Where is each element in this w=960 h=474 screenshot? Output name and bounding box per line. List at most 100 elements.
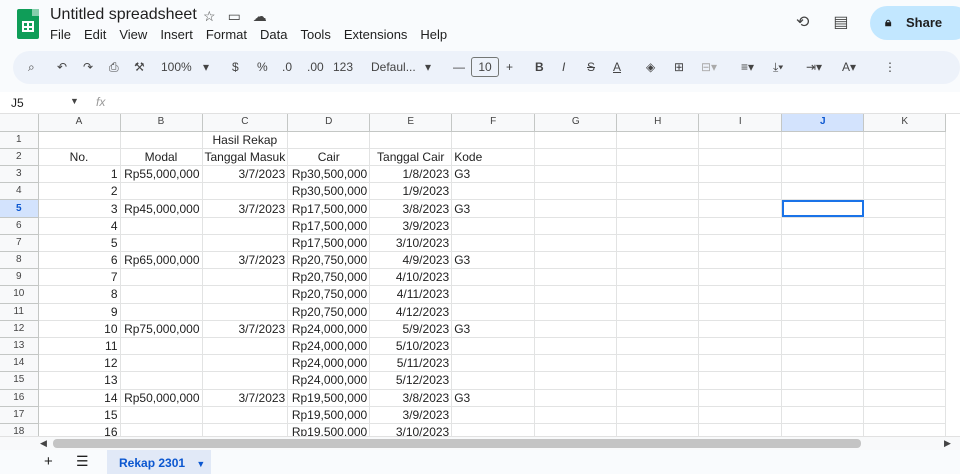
cell-k15[interactable] bbox=[863, 371, 947, 390]
cell-b16[interactable]: Rp50,000,000 bbox=[120, 389, 203, 407]
undo-icon[interactable]: ↶ bbox=[57, 60, 67, 74]
cell-d16[interactable]: Rp19,500,000 bbox=[287, 389, 371, 407]
cell-j18[interactable] bbox=[781, 423, 865, 436]
cell-k7[interactable] bbox=[863, 234, 947, 253]
cell-e2[interactable]: Tanggal Cair bbox=[369, 148, 453, 167]
cell-b6[interactable] bbox=[120, 217, 203, 235]
cell-g9[interactable] bbox=[534, 268, 618, 287]
column-header-a[interactable]: A bbox=[38, 114, 121, 132]
column-header-k[interactable]: K bbox=[863, 114, 947, 132]
cell-i11[interactable] bbox=[698, 303, 783, 321]
cell-j15[interactable] bbox=[781, 371, 865, 390]
cell-e12[interactable]: 5/9/2023 bbox=[369, 320, 453, 338]
scroll-right-icon[interactable]: ▶ bbox=[944, 438, 951, 449]
cell-e18[interactable]: 3/10/2023 bbox=[369, 423, 453, 436]
more-options-icon[interactable]: ⋮ bbox=[884, 60, 896, 74]
cell-c10[interactable] bbox=[202, 285, 289, 304]
add-sheet-icon[interactable]: + bbox=[44, 453, 53, 470]
cell-d1[interactable] bbox=[287, 131, 371, 149]
cell-table[interactable]: ABCDEFGHIJK 1 Hasil Rekap 2 No. Modal Tanggal… bbox=[0, 114, 947, 436]
menu-edit[interactable]: Edit bbox=[84, 27, 106, 42]
cell-f9[interactable] bbox=[451, 268, 536, 287]
cell-j16[interactable] bbox=[781, 389, 865, 407]
cell-k13[interactable] bbox=[863, 337, 947, 356]
cell-f6[interactable] bbox=[451, 217, 536, 235]
star-icon[interactable]: ☆ bbox=[203, 8, 216, 24]
strikethrough-icon[interactable]: S bbox=[587, 60, 595, 74]
cell-d18[interactable]: Rp19,500,000 bbox=[287, 423, 371, 436]
text-rotation-icon[interactable]: A▾ bbox=[842, 60, 856, 74]
cell-k9[interactable] bbox=[863, 268, 947, 287]
cell-d7[interactable]: Rp17,500,000 bbox=[287, 234, 371, 253]
cell-i3[interactable] bbox=[698, 165, 783, 184]
cell-g15[interactable] bbox=[534, 371, 618, 390]
cell-e7[interactable]: 3/10/2023 bbox=[369, 234, 453, 253]
cell-j12[interactable] bbox=[781, 320, 865, 338]
cell-b12[interactable]: Rp75,000,000 bbox=[120, 320, 203, 338]
cell-h4[interactable] bbox=[616, 182, 700, 201]
cell-c6[interactable] bbox=[202, 217, 289, 235]
cell-h18[interactable] bbox=[616, 423, 700, 436]
cell-j9[interactable] bbox=[781, 268, 865, 287]
cell-d15[interactable]: Rp24,000,000 bbox=[287, 371, 371, 390]
cell-h6[interactable] bbox=[616, 217, 700, 235]
cell-d17[interactable]: Rp19,500,000 bbox=[287, 406, 371, 424]
cell-c13[interactable] bbox=[202, 337, 289, 356]
currency-format-button[interactable]: $ bbox=[232, 60, 239, 74]
cell-d9[interactable]: Rp20,750,000 bbox=[287, 268, 371, 287]
cell-b10[interactable] bbox=[120, 285, 203, 304]
cell-j17[interactable] bbox=[781, 406, 865, 424]
cell-e9[interactable]: 4/10/2023 bbox=[369, 268, 453, 287]
row-header[interactable]: 7 bbox=[0, 234, 39, 253]
cell-f5[interactable]: G3 bbox=[451, 199, 536, 218]
cell-i2[interactable] bbox=[698, 148, 783, 167]
cell-h14[interactable] bbox=[616, 354, 700, 373]
cell-h17[interactable] bbox=[616, 406, 700, 424]
cell-b18[interactable] bbox=[120, 423, 203, 436]
cell-j10[interactable] bbox=[781, 285, 865, 304]
spreadsheet-grid[interactable]: ABCDEFGHIJK 1 Hasil Rekap 2 No. Modal Tanggal… bbox=[0, 114, 960, 436]
sheets-logo-icon[interactable] bbox=[17, 9, 39, 39]
cell-j8[interactable] bbox=[781, 251, 865, 270]
cell-f7[interactable] bbox=[451, 234, 536, 253]
row-header[interactable]: 6 bbox=[0, 217, 39, 235]
cell-a3[interactable]: 1 bbox=[38, 165, 121, 184]
cell-k17[interactable] bbox=[863, 406, 947, 424]
cell-f8[interactable]: G3 bbox=[451, 251, 536, 270]
column-header-h[interactable]: H bbox=[616, 114, 700, 132]
cell-b17[interactable] bbox=[120, 406, 203, 424]
cell-a13[interactable]: 11 bbox=[38, 337, 121, 356]
cell-d10[interactable]: Rp20,750,000 bbox=[287, 285, 371, 304]
cell-d11[interactable]: Rp20,750,000 bbox=[287, 303, 371, 321]
cell-b5[interactable]: Rp45,000,000 bbox=[120, 199, 203, 218]
cell-a15[interactable]: 13 bbox=[38, 371, 121, 390]
cell-k11[interactable] bbox=[863, 303, 947, 321]
cell-b15[interactable] bbox=[120, 371, 203, 390]
cell-b14[interactable] bbox=[120, 354, 203, 373]
cell-f13[interactable] bbox=[451, 337, 536, 356]
cell-b8[interactable]: Rp65,000,000 bbox=[120, 251, 203, 270]
cell-i6[interactable] bbox=[698, 217, 783, 235]
document-title[interactable]: Untitled spreadsheet bbox=[50, 6, 197, 24]
scroll-left-icon[interactable]: ◀ bbox=[40, 438, 47, 449]
cell-j6[interactable] bbox=[781, 217, 865, 235]
cell-i1[interactable] bbox=[698, 131, 783, 149]
cell-d12[interactable]: Rp24,000,000 bbox=[287, 320, 371, 338]
cell-b4[interactable] bbox=[120, 182, 203, 201]
cell-b7[interactable] bbox=[120, 234, 203, 253]
comment-icon[interactable]: ▤ bbox=[833, 14, 848, 31]
row-header[interactable]: 9 bbox=[0, 268, 39, 287]
font-chevron-down-icon[interactable]: ▾ bbox=[425, 60, 431, 74]
cell-j14[interactable] bbox=[781, 354, 865, 373]
cell-k3[interactable] bbox=[863, 165, 947, 184]
name-box-chevron-down-icon[interactable]: ▼ bbox=[70, 96, 79, 106]
italic-icon[interactable]: I bbox=[562, 60, 565, 74]
menu-help[interactable]: Help bbox=[420, 27, 447, 42]
row-header[interactable]: 18 bbox=[0, 423, 39, 436]
cell-d14[interactable]: Rp24,000,000 bbox=[287, 354, 371, 373]
share-button[interactable]: 🔒︎ Share bbox=[870, 6, 960, 40]
row-header[interactable]: 5 bbox=[0, 199, 39, 218]
cell-a14[interactable]: 12 bbox=[38, 354, 121, 373]
cell-i4[interactable] bbox=[698, 182, 783, 201]
cell-c18[interactable] bbox=[202, 423, 289, 436]
